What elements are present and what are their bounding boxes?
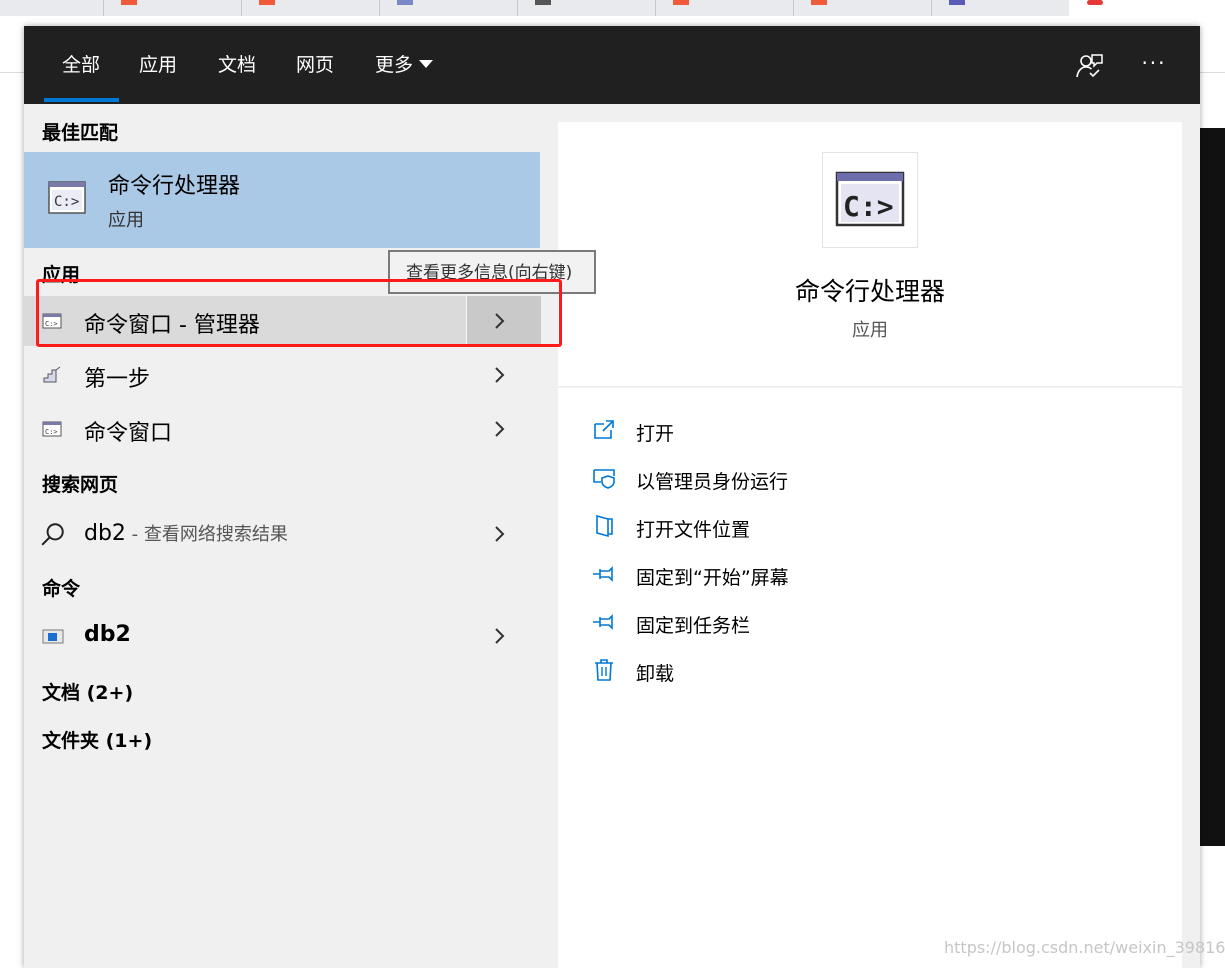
divider [558,386,1182,388]
best-match-title: 命令行处理器 [108,174,241,199]
best-match-item[interactable]: C:> 命令行处理器 应用 [24,152,540,248]
web-result-label: db2 - 查看网络搜索结果 [84,520,288,546]
search-icon [41,523,64,546]
open-file-location-label: 打开文件位置 [636,519,751,541]
open-action-label: 打开 [636,423,675,445]
web-query: db2 [84,521,126,546]
browser-tab[interactable] [517,0,656,16]
cmd-prompt-icon: C:> [835,171,905,227]
svg-text:C:>: C:> [843,190,894,223]
app-result-label: 命令窗口 [84,421,173,446]
results-list: 最佳匹配 C:> 命令行处理器 应用 应用 C:> 命令窗口 - 管理器 第一步… [24,104,541,968]
web-result-item[interactable]: db2 - 查看网络搜索结果 [24,509,540,559]
feedback-person-icon [1076,54,1103,78]
pin-icon [593,614,613,630]
ellipsis-icon: ··· [1141,51,1167,75]
tab-apps[interactable]: 应用 [139,50,177,80]
tab-more[interactable]: 更多 [375,50,434,80]
watermark: https://blog.csdn.net/weixin_39816740 [944,938,1225,957]
background-window [1200,128,1225,846]
csdn-favicon-icon [121,0,137,5]
page-favicon-icon [535,0,551,5]
file-location-icon [596,514,613,538]
csdn-favicon-icon [673,0,689,5]
section-commands: 命令 [42,578,81,600]
annotation-highlight-box [36,279,562,347]
trash-icon [595,659,613,681]
section-documents[interactable]: 文档 (2+) [42,678,133,705]
command-result-label: db2 [84,622,131,647]
browser-tab[interactable] [103,0,242,16]
chevron-right-icon[interactable] [490,626,510,646]
app-result-item[interactable]: 第一步 [24,350,540,400]
page-favicon-icon [949,0,965,5]
feedback-button[interactable] [1073,50,1105,82]
pin-to-start-label: 固定到“开始”屏幕 [636,567,789,589]
db2-command-icon [42,629,64,644]
csdn-favicon-icon [259,0,275,5]
open-action[interactable]: 打开 [592,416,1152,446]
section-best-match: 最佳匹配 [42,122,119,144]
tab-more-label: 更多 [375,54,414,76]
search-scope-bar: 全部 应用 文档 网页 更多 ··· [24,26,1200,104]
svg-text:C:>: C:> [54,194,79,210]
command-result-item[interactable]: db2 [24,611,540,661]
chevron-right-icon[interactable] [490,419,510,439]
windows-search-flyout: 全部 应用 文档 网页 更多 ··· 最佳匹配 C:> 命令行处理器 应用 应用… [24,26,1200,968]
uninstall-action[interactable]: 卸载 [592,656,1152,686]
app-result-label: 第一步 [84,367,151,392]
pin-to-taskbar-label: 固定到任务栏 [636,615,751,637]
chevron-right-icon[interactable] [490,365,510,385]
tab-all[interactable]: 全部 [62,50,100,80]
best-match-subtitle: 应用 [108,210,144,231]
tab-web[interactable]: 网页 [296,50,334,80]
cmd-window-icon: C:> [42,421,62,437]
section-folders[interactable]: 文件夹 (1+) [42,726,152,753]
app-result-item[interactable]: C:> 命令窗口 [24,404,540,454]
browser-tab[interactable] [655,0,794,16]
open-file-location-action[interactable]: 打开文件位置 [592,512,1152,542]
pin-to-start-action[interactable]: 固定到“开始”屏幕 [592,560,1152,590]
browser-tab[interactable] [379,0,518,16]
tab-documents[interactable]: 文档 [218,50,256,80]
browser-tab-strip [0,0,1225,16]
section-web: 搜索网页 [42,474,119,496]
browser-tab[interactable] [0,0,104,16]
run-as-admin-action[interactable]: 以管理员身份运行 [592,464,1152,494]
run-as-admin-label: 以管理员身份运行 [636,471,789,493]
details-pane: C:> 命令行处理器 应用 打开 以管理员身份运行 打开文件位置 固定到“开始”… [558,122,1182,968]
caret-down-icon [419,60,434,68]
open-icon [594,420,614,439]
uninstall-label: 卸载 [636,663,675,685]
more-options-button[interactable]: ··· [1138,50,1170,82]
cmd-prompt-icon: C:> [48,181,86,214]
detail-title: 命令行处理器 [794,277,945,306]
csdn-favicon-icon [811,0,827,5]
web-result-suffix: - 查看网络搜索结果 [125,524,288,545]
active-tab-indicator [44,98,119,102]
page-favicon-icon [397,0,413,5]
browser-tab[interactable] [931,0,1070,16]
detail-app-icon: C:> [822,152,918,248]
browser-tab[interactable] [241,0,380,16]
chevron-right-icon[interactable] [490,524,510,544]
stairs-icon [43,366,61,383]
pin-icon [593,566,613,582]
svg-text:C:>: C:> [45,428,58,436]
browser-tab[interactable] [793,0,932,16]
detail-subtitle: 应用 [852,320,888,341]
page-favicon-icon [1087,0,1103,5]
admin-shield-icon [593,469,615,489]
browser-tab-active[interactable] [1069,0,1225,16]
pin-to-taskbar-action[interactable]: 固定到任务栏 [592,608,1152,638]
